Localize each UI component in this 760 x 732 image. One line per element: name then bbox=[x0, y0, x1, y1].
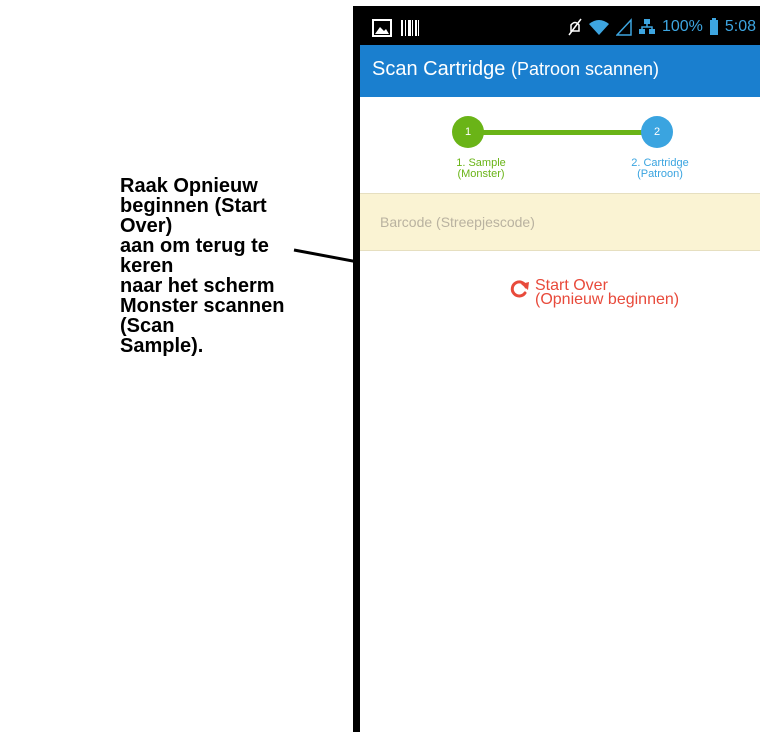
image-notification-icon bbox=[372, 19, 392, 37]
annotation-callout: Raak Opnieuw beginnen (Start Over) aan o… bbox=[120, 176, 320, 356]
step-1-label-translation: (Monster) bbox=[457, 168, 505, 180]
start-over-button[interactable]: Start Over (Opnieuw beginnen) bbox=[510, 278, 680, 308]
clock: 5:08 bbox=[724, 18, 756, 35]
barcode-notification-icon bbox=[401, 20, 419, 36]
barcode-placeholder: Barcode (Streepjescode) bbox=[380, 214, 535, 230]
annotation-line: Raak Opnieuw bbox=[120, 175, 258, 197]
start-over-label-translation: (Opnieuw beginnen) bbox=[535, 291, 680, 308]
app-bar: Scan Cartridge (Patroon scannen) bbox=[360, 45, 760, 97]
barcode-label: Barcode bbox=[380, 214, 433, 230]
battery-icon bbox=[709, 18, 718, 35]
wifi-icon bbox=[588, 20, 609, 35]
phone-screen: 100% 5:08 Scan Cartridge (Patroon scanne… bbox=[360, 12, 760, 732]
network-icon bbox=[638, 19, 655, 34]
step-2-indicator: 2 bbox=[641, 116, 673, 148]
progress-stepper: 1 2 1. Sample (Monster) 2. Cartridge (Pa… bbox=[360, 97, 760, 192]
page-title-main: Scan Cartridge bbox=[372, 58, 506, 80]
step-1-label: 1. Sample (Monster) bbox=[436, 158, 526, 180]
annotation-line: Monster scannen (Scan bbox=[120, 295, 285, 337]
barcode-label-translation: (Streepjescode) bbox=[436, 214, 535, 230]
page-title-translation: (Patroon scannen) bbox=[510, 59, 660, 79]
status-bar: 100% 5:08 bbox=[360, 12, 760, 45]
step-1-indicator: 1 bbox=[452, 116, 484, 148]
annotation-line: aan om terug te keren bbox=[120, 235, 269, 277]
signal-icon bbox=[615, 18, 632, 36]
annotation-line: naar het scherm bbox=[120, 275, 275, 297]
stepper-connector bbox=[468, 130, 658, 135]
step-2-label-translation: (Patroon) bbox=[637, 168, 683, 180]
phone-frame: 100% 5:08 Scan Cartridge (Patroon scanne… bbox=[353, 6, 760, 732]
barcode-field[interactable]: Barcode (Streepjescode) bbox=[360, 193, 760, 251]
battery-percentage: 100% bbox=[661, 18, 703, 35]
mute-icon bbox=[568, 18, 582, 36]
step-2-label: 2. Cartridge (Patroon) bbox=[615, 158, 705, 180]
annotation-line: Sample). bbox=[120, 335, 204, 357]
refresh-icon bbox=[510, 280, 529, 298]
annotation-line: beginnen (Start Over) bbox=[120, 195, 267, 237]
page-title: Scan Cartridge (Patroon scannen) bbox=[372, 58, 659, 81]
